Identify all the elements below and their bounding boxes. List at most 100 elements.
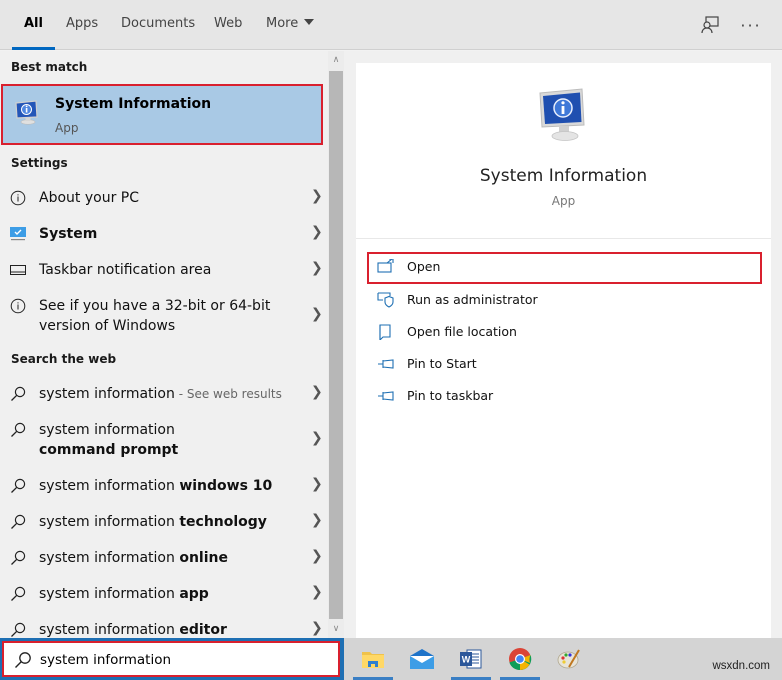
pin-to-taskbar-action[interactable]: Pin to taskbar <box>367 381 762 413</box>
mail-icon <box>410 649 434 669</box>
tab-documents-label: Documents <box>121 16 196 31</box>
system-information-icon <box>539 88 585 141</box>
chevron-right-icon[interactable]: ❯ <box>311 224 323 240</box>
search-icon <box>9 477 27 495</box>
tab-documents[interactable]: Documents <box>121 0 195 50</box>
run-as-administrator-label: Run as administrator <box>407 292 538 307</box>
chevron-right-icon[interactable]: ❯ <box>311 384 323 400</box>
taskbar-file-explorer[interactable] <box>353 638 393 680</box>
more-options-icon[interactable]: ··· <box>738 12 764 38</box>
app-detail-pane: System Information App Open Run as admin… <box>356 63 771 638</box>
info-icon <box>9 189 27 207</box>
taskbar-mail[interactable] <box>402 638 442 680</box>
settings-item-system[interactable]: System ❯ <box>0 224 328 256</box>
open-file-location-label: Open file location <box>407 324 517 339</box>
search-box <box>0 638 344 680</box>
search-web-header: Search the web <box>11 352 117 366</box>
results-scrollbar[interactable]: ∧ ∨ <box>328 51 344 638</box>
chevron-right-icon[interactable]: ❯ <box>311 548 323 564</box>
chevron-right-icon[interactable]: ❯ <box>311 620 323 636</box>
best-match-item[interactable]: System Information App <box>1 84 323 145</box>
feedback-icon[interactable] <box>697 12 723 38</box>
tab-all-label: All <box>24 16 43 31</box>
scrollbar-thumb[interactable] <box>329 71 343 619</box>
web-suggestion-label: system information app <box>39 586 209 602</box>
web-suggestion-label: system information editor <box>39 622 227 638</box>
chevron-right-icon[interactable]: ❯ <box>311 430 323 446</box>
pin-icon <box>378 359 394 369</box>
taskbar: W wsxdn.com <box>344 638 782 680</box>
scroll-down-icon[interactable]: ∨ <box>328 624 344 634</box>
tab-web[interactable]: Web <box>214 0 242 50</box>
open-file-location-action[interactable]: Open file location <box>367 317 762 349</box>
settings-item-32-64-bit[interactable]: See if you have a 32-bit or 64-bit versi… <box>0 296 328 340</box>
web-suggestion[interactable]: system information technology ❯ <box>0 512 328 544</box>
tab-all[interactable]: All <box>12 0 55 50</box>
scroll-up-icon[interactable]: ∧ <box>328 55 344 65</box>
settings-item-label: Taskbar notification area <box>39 262 212 278</box>
run-as-administrator-action[interactable]: Run as administrator <box>367 285 762 317</box>
pin-to-start-action[interactable]: Pin to Start <box>367 349 762 381</box>
active-tab-indicator <box>12 47 55 50</box>
web-suggestion[interactable]: system information windows 10 ❯ <box>0 476 328 508</box>
chevron-right-icon[interactable]: ❯ <box>311 260 323 276</box>
search-field-container <box>2 641 340 677</box>
taskbar-word[interactable]: W <box>451 638 491 680</box>
web-suggestion-label: system information technology <box>39 514 267 530</box>
taskbar-chrome[interactable] <box>500 638 540 680</box>
run-as-admin-icon <box>377 292 394 308</box>
taskbar-paint[interactable] <box>549 638 589 680</box>
web-suggestion-label: system information - See web results <box>39 386 282 402</box>
search-icon <box>9 513 27 531</box>
windows-search-panel: All Apps Documents Web More ··· Best mat… <box>0 0 782 680</box>
settings-item-taskbar-notification[interactable]: Taskbar notification area ❯ <box>0 260 328 292</box>
paint-icon <box>557 649 580 669</box>
open-icon <box>377 259 394 273</box>
search-icon <box>9 585 27 603</box>
watermark: wsxdn.com <box>712 660 770 672</box>
caret-down-icon <box>304 19 315 25</box>
taskbar-icon <box>9 261 27 279</box>
search-input[interactable] <box>40 649 330 671</box>
tab-apps-label: Apps <box>66 16 99 31</box>
open-action-label: Open <box>407 259 441 274</box>
search-icon <box>9 385 27 403</box>
file-explorer-icon <box>362 652 384 668</box>
tab-more-label: More <box>266 16 299 31</box>
tab-web-label: Web <box>214 16 243 31</box>
web-suggestion[interactable]: system information editor ❯ <box>0 620 328 638</box>
web-suggestion[interactable]: system information command prompt ❯ <box>0 420 328 464</box>
chevron-right-icon[interactable]: ❯ <box>311 188 323 204</box>
chrome-icon <box>509 648 532 671</box>
web-suggestion[interactable]: system information - See web results ❯ <box>0 384 328 416</box>
info-icon <box>9 297 27 315</box>
tab-more[interactable]: More <box>266 0 315 50</box>
svg-text:W: W <box>462 655 471 665</box>
web-suggestion-label: system information windows 10 <box>39 478 273 494</box>
pin-to-taskbar-label: Pin to taskbar <box>407 388 494 403</box>
settings-item-label: System <box>39 226 98 242</box>
open-action[interactable]: Open <box>367 252 762 284</box>
settings-item-label: About your PC <box>39 190 139 206</box>
chevron-right-icon[interactable]: ❯ <box>311 306 323 322</box>
tab-apps[interactable]: Apps <box>66 0 98 50</box>
search-icon <box>9 421 27 439</box>
search-icon <box>9 549 27 567</box>
detail-divider <box>356 238 771 239</box>
web-suggestion-label: system information command prompt <box>39 422 179 458</box>
chevron-right-icon[interactable]: ❯ <box>311 512 323 528</box>
settings-item-about-pc[interactable]: About your PC ❯ <box>0 188 328 220</box>
web-suggestion[interactable]: system information online ❯ <box>0 548 328 580</box>
system-monitor-icon <box>9 225 27 243</box>
pin-icon <box>378 391 394 401</box>
detail-subtitle: App <box>551 194 576 208</box>
web-suggestion-label: system information online <box>39 550 228 566</box>
chevron-right-icon[interactable]: ❯ <box>311 584 323 600</box>
web-suggestion[interactable]: system information app ❯ <box>0 584 328 616</box>
chevron-right-icon[interactable]: ❯ <box>311 476 323 492</box>
results-list: Best match System Information App Settin… <box>0 51 328 638</box>
file-location-icon <box>379 324 391 340</box>
system-information-icon <box>15 100 38 125</box>
search-icon <box>15 652 31 668</box>
word-icon: W <box>460 649 482 669</box>
